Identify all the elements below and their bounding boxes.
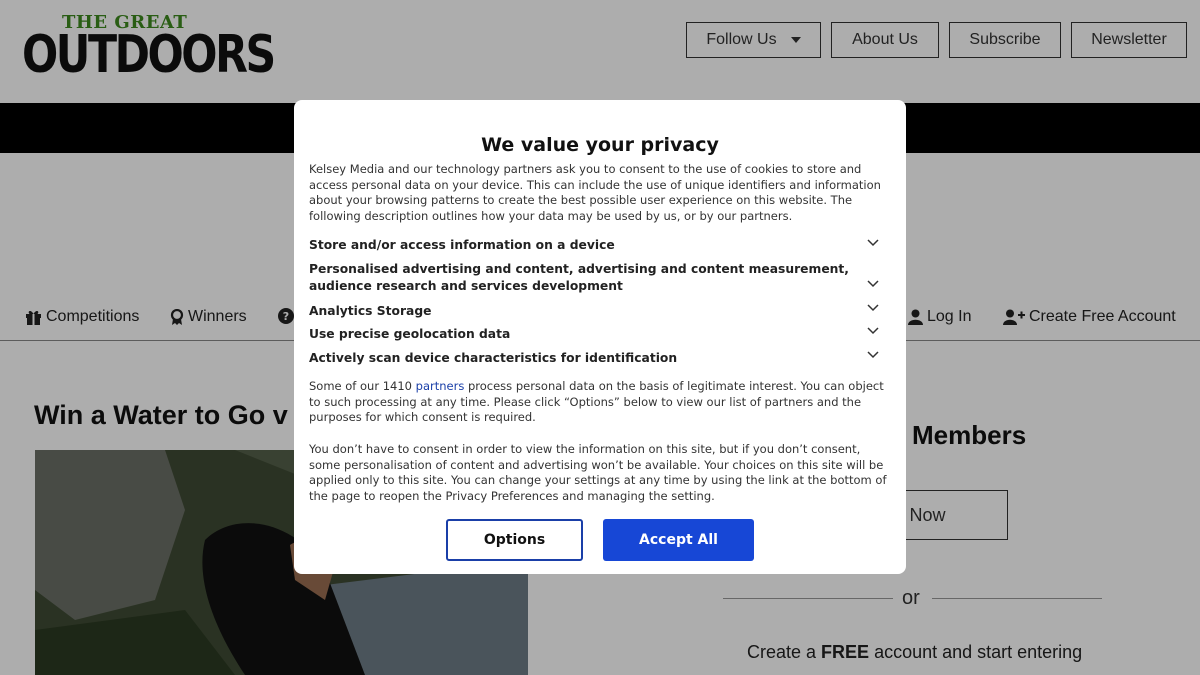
accept-all-label: Accept All xyxy=(639,532,718,548)
chevron-down-icon[interactable] xyxy=(867,280,879,288)
chevron-down-icon[interactable] xyxy=(867,239,879,247)
consent-intro: Kelsey Media and our technology partners… xyxy=(309,162,881,223)
purpose-device-scan[interactable]: Actively scan device characteristics for… xyxy=(309,350,849,367)
consent-legitimate-interest: Some of our 1410 partners process person… xyxy=(309,379,893,426)
options-label: Options xyxy=(483,532,546,548)
legit-text-pre: Some of our 1410 xyxy=(309,379,416,393)
purpose-analytics-storage[interactable]: Analytics Storage xyxy=(309,303,849,320)
partners-link[interactable]: partners xyxy=(416,379,465,393)
options-button[interactable]: Options xyxy=(446,519,583,561)
chevron-down-icon[interactable] xyxy=(867,327,879,335)
purpose-store-access[interactable]: Store and/or access information on a dev… xyxy=(309,237,849,254)
chevron-down-icon[interactable] xyxy=(867,304,879,312)
accept-all-button[interactable]: Accept All xyxy=(603,519,754,561)
purpose-geolocation[interactable]: Use precise geolocation data xyxy=(309,326,849,343)
privacy-consent-dialog: We value your privacy Kelsey Media and o… xyxy=(294,100,906,574)
chevron-down-icon[interactable] xyxy=(867,351,879,359)
consent-title: We value your privacy xyxy=(481,134,719,156)
purpose-personalised-ads[interactable]: Personalised advertising and content, ad… xyxy=(309,261,849,295)
consent-no-consent-note: You don’t have to consent in order to vi… xyxy=(309,442,887,503)
